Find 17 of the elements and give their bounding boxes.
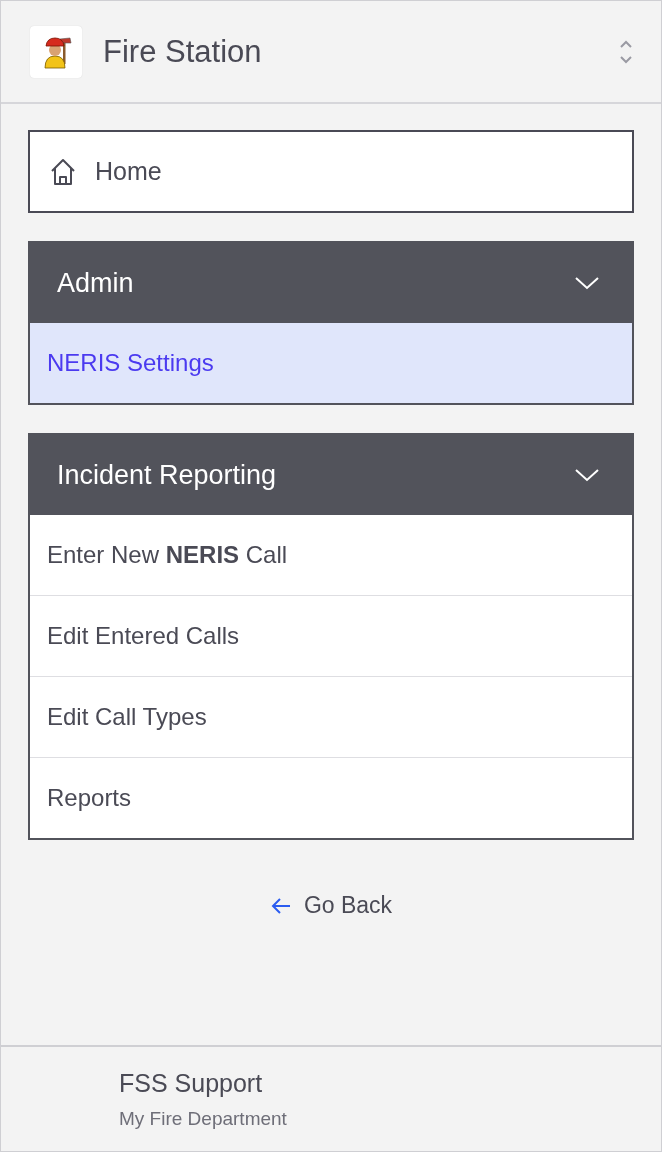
menu-item[interactable]: Edit Call Types (30, 676, 632, 757)
section-header[interactable]: Admin (30, 243, 632, 323)
menu-item[interactable]: Enter New NERIS Call (30, 515, 632, 595)
department-name: My Fire Department (119, 1108, 288, 1130)
go-back-link[interactable]: Go Back (269, 892, 393, 919)
arrow-left-icon (269, 896, 292, 915)
station-title: Fire Station (103, 33, 263, 70)
section-title: Admin (57, 267, 134, 299)
user-name: FSS Support (119, 1069, 264, 1098)
menu-item[interactable]: Reports (30, 757, 632, 838)
menu-item[interactable]: Edit Entered Calls (30, 595, 632, 676)
section-title: Incident Reporting (57, 459, 277, 491)
section-header[interactable]: Incident Reporting (30, 435, 632, 515)
menu-item[interactable]: NERIS Settings (30, 323, 632, 403)
home-link[interactable]: Home (28, 130, 634, 213)
chevron-updown-icon[interactable] (619, 38, 633, 65)
firefighter-logo (30, 25, 82, 78)
